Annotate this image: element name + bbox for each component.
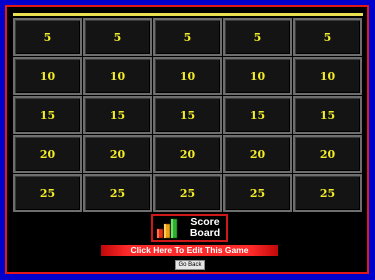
scoreboard-label: Score Board — [184, 217, 226, 239]
tile-col5-row1[interactable]: 5 — [293, 18, 362, 56]
tile-col1-row3[interactable]: 15 — [13, 96, 82, 134]
tile-col3-row4[interactable]: 20 — [153, 135, 222, 173]
tile-col1-row5[interactable]: 25 — [13, 174, 82, 212]
tile-col5-row4[interactable]: 20 — [293, 135, 362, 173]
scoreboard-button[interactable]: Score Board — [151, 214, 228, 242]
tile-col4-row2[interactable]: 10 — [223, 57, 292, 95]
board-header-line — [13, 13, 363, 16]
tile-col4-row5[interactable]: 25 — [223, 174, 292, 212]
scoreboard-label-line2: Board — [189, 227, 221, 239]
tile-col5-row5[interactable]: 25 — [293, 174, 362, 212]
jeopardy-grid: 5 5 5 5 5 10 10 10 10 10 15 15 15 15 15 … — [13, 18, 365, 212]
tile-col3-row5[interactable]: 25 — [153, 174, 222, 212]
tile-col3-row3[interactable]: 15 — [153, 96, 222, 134]
tile-col1-row4[interactable]: 20 — [13, 135, 82, 173]
edit-game-button[interactable]: Click Here To Edit This Game — [101, 245, 278, 256]
game-board-panel: 5 5 5 5 5 10 10 10 10 10 15 15 15 15 15 … — [5, 5, 369, 274]
tile-col2-row5[interactable]: 25 — [83, 174, 152, 212]
tile-col1-row2[interactable]: 10 — [13, 57, 82, 95]
tile-col5-row2[interactable]: 10 — [293, 57, 362, 95]
game-frame: 5 5 5 5 5 10 10 10 10 10 15 15 15 15 15 … — [0, 0, 375, 280]
tile-col5-row3[interactable]: 15 — [293, 96, 362, 134]
go-back-button[interactable]: Go Back — [175, 260, 205, 270]
bar-chart-icon — [156, 217, 182, 239]
tile-col1-row1[interactable]: 5 — [13, 18, 82, 56]
tile-col2-row2[interactable]: 10 — [83, 57, 152, 95]
tile-col4-row3[interactable]: 15 — [223, 96, 292, 134]
tile-col3-row2[interactable]: 10 — [153, 57, 222, 95]
tile-col3-row1[interactable]: 5 — [153, 18, 222, 56]
tile-col4-row4[interactable]: 20 — [223, 135, 292, 173]
tile-col4-row1[interactable]: 5 — [223, 18, 292, 56]
tile-col2-row4[interactable]: 20 — [83, 135, 152, 173]
tile-col2-row3[interactable]: 15 — [83, 96, 152, 134]
tile-col2-row1[interactable]: 5 — [83, 18, 152, 56]
